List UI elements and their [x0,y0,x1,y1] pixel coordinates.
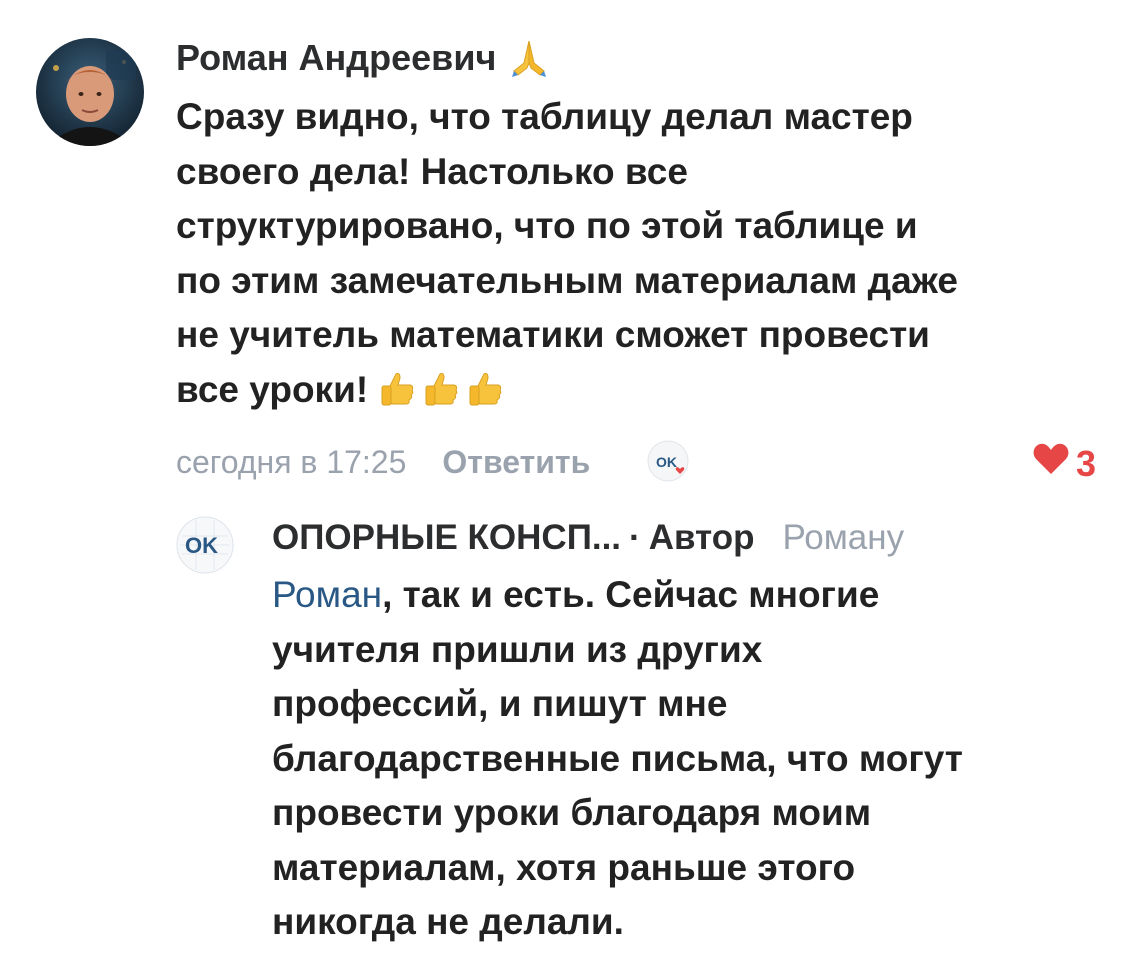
svg-text:OK: OK [656,454,677,470]
thumbs-up-emojis [376,368,506,426]
author-name[interactable]: Роман Андреевич [176,30,496,86]
comment-text: Сразу видно, что таблицу делал мастер св… [176,90,1091,425]
thumbs-up-icon [376,368,418,426]
reply-header: ОПОРНЫЕ КОНСП... · Автор Роману [272,510,1102,566]
folded-hands-icon [508,37,550,79]
avatar[interactable] [36,38,144,146]
reply-button[interactable]: Ответить [442,444,590,481]
reply-body: ОПОРНЫЕ КОНСП... · Автор Роману Роман, т… [272,510,1102,950]
comment-text-content: Сразу видно, что таблицу делал мастер св… [176,96,959,410]
reply-author-name[interactable]: ОПОРНЫЕ КОНСП... [272,510,621,566]
reactor-avatar[interactable]: OK [646,439,692,485]
reply-text-content: , так и есть. Сейчас многие учителя приш… [272,574,963,942]
comment-header: Роман Андреевич [176,30,1096,86]
thumbs-up-icon [464,368,506,426]
reply-to-link[interactable]: Роману [782,510,904,566]
heart-icon [1032,442,1070,485]
comment-body: Роман Андреевич Сразу видно, что таблицу… [176,30,1096,484]
separator: · [629,518,641,557]
like-count: 3 [1075,442,1096,484]
reply-text: Роман, так и есть. Сейчас многие учителя… [272,568,1072,950]
author-badge: Автор [648,518,755,557]
comment-meta: сегодня в 17:25 Ответить OK 3 [176,440,1096,484]
comment-time: сегодня в 17:25 [176,443,407,480]
like-button[interactable]: 3 [1032,442,1096,485]
svg-text:OK: OK [185,533,218,558]
group-avatar[interactable]: OK [176,516,234,574]
thumbs-up-icon [420,368,462,426]
mention-link[interactable]: Роман [272,574,382,615]
comments-page: Роман Андреевич Сразу видно, что таблицу… [0,0,1125,964]
